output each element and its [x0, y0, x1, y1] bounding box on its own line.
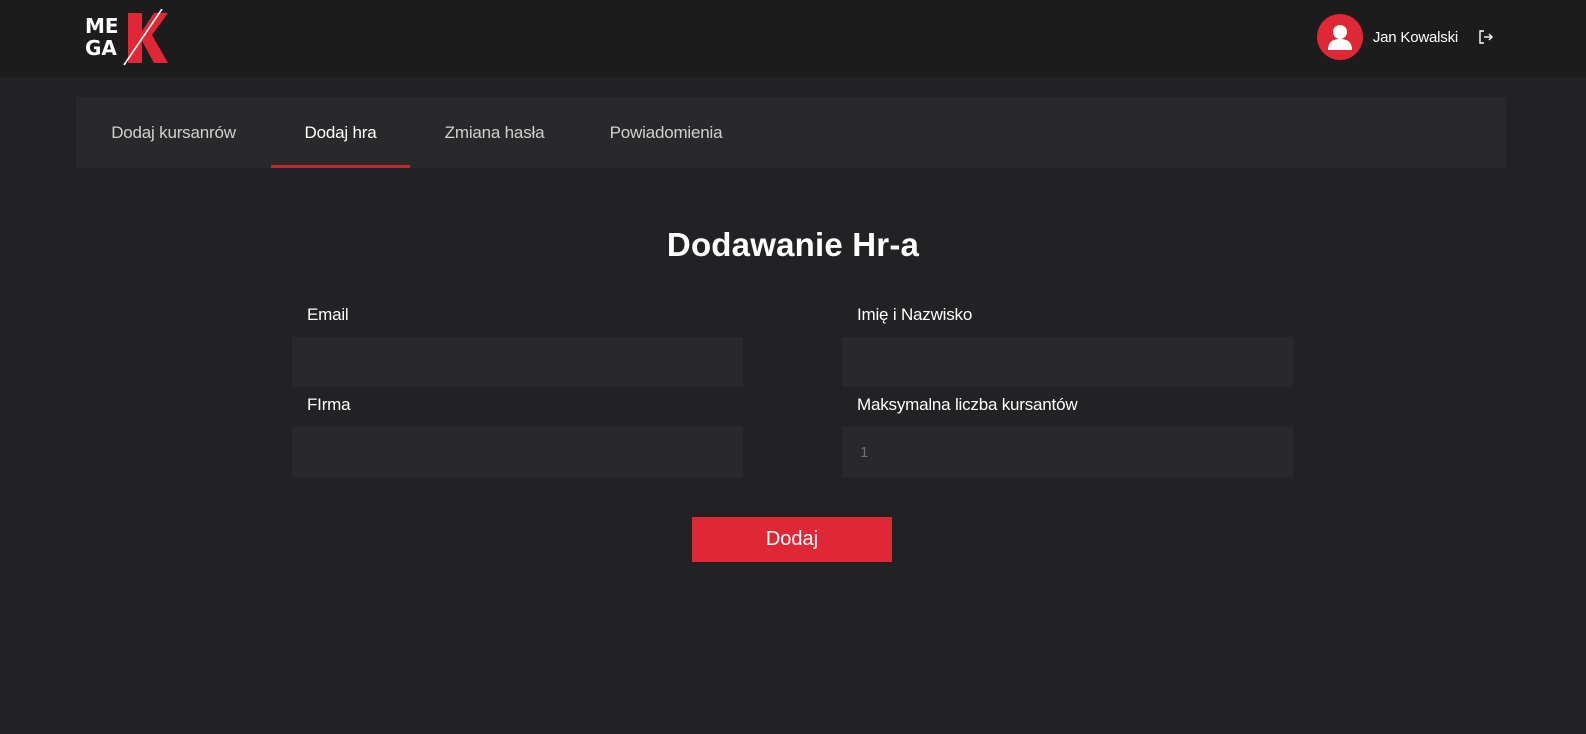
logout-icon[interactable]: [1478, 29, 1494, 45]
tab-add-hr[interactable]: Dodaj hra: [271, 97, 410, 168]
logo-text-top: ME: [85, 14, 119, 38]
user-name[interactable]: Jan Kowalski: [1373, 29, 1458, 46]
email-field[interactable]: [292, 337, 743, 387]
max-students-field[interactable]: [842, 427, 1293, 477]
user-menu: Jan Kowalski: [1316, 14, 1494, 60]
tab-add-students[interactable]: Dodaj kursanrów: [76, 97, 271, 168]
full-name-label: Imię i Nazwisko: [857, 305, 973, 324]
tab-notifications[interactable]: Powiadomienia: [579, 97, 753, 168]
company-field[interactable]: [292, 427, 743, 477]
max-students-label: Maksymalna liczba kursantów: [857, 395, 1078, 414]
logo-graphic: ME GA: [85, 8, 168, 66]
mega-k-logo[interactable]: ME GA: [84, 8, 168, 67]
page-title: Dodawanie Hr-a: [666, 226, 920, 263]
logo-text-bottom: GA: [85, 36, 117, 60]
tab-change-password[interactable]: Zmiana hasła: [410, 97, 579, 168]
company-label: FIrma: [307, 395, 351, 414]
user-avatar[interactable]: [1316, 14, 1363, 60]
top-bar: ME GA Jan Kowalski: [0, 0, 1586, 77]
user-icon: [1327, 25, 1352, 50]
full-name-field[interactable]: [842, 337, 1293, 387]
add-button[interactable]: Dodaj: [692, 517, 892, 562]
tab-bar: Dodaj kursanrów Dodaj hra Zmiana hasła P…: [76, 97, 1506, 168]
email-label: Email: [307, 305, 349, 324]
